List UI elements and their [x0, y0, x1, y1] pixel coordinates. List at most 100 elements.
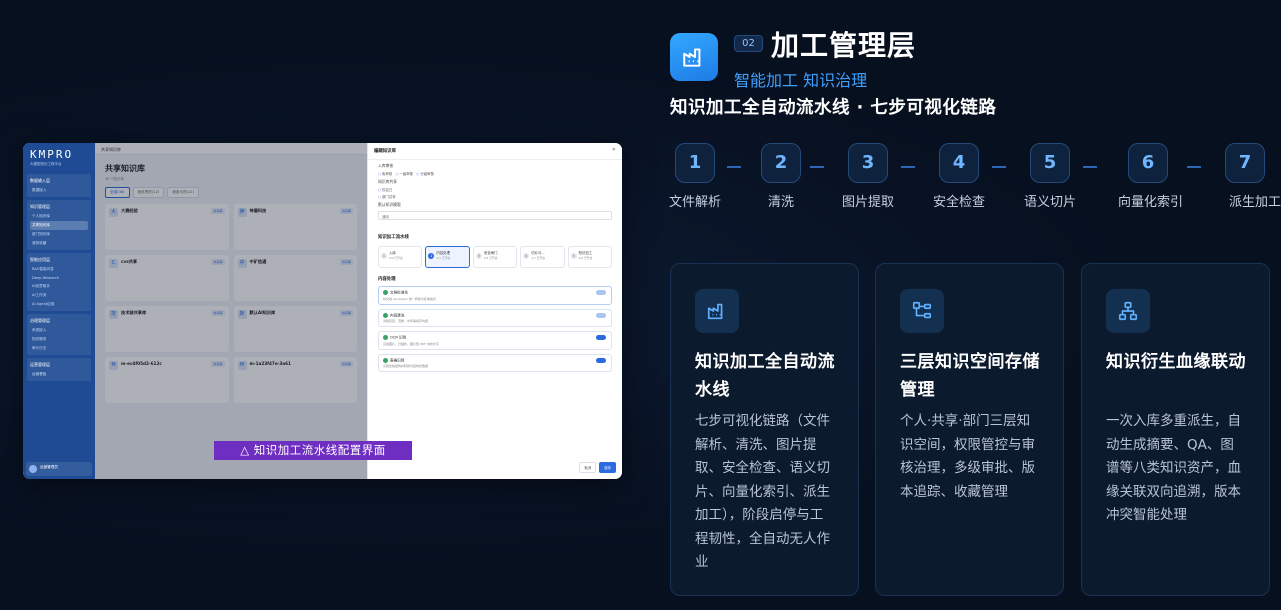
step-number: 4	[939, 143, 979, 183]
drawer-step[interactable]: 知识加工0/8 已开启	[567, 246, 613, 268]
mini-sidebar-item[interactable]: 我的收藏	[30, 239, 88, 248]
pipeline-step: 5 语义切片	[1020, 143, 1080, 210]
mini-sidebar-item[interactable]: 知识服务	[30, 335, 88, 344]
drawer-step-label: 内容处理	[436, 251, 450, 255]
feature-card: 三层知识空间存储管理 个人·共享·部门三层知识空间，权限管控与审核治理，多级审批…	[875, 263, 1064, 596]
mini-section: 数据输入层 数据接入	[27, 174, 91, 197]
radio-option[interactable]: 部门共享	[378, 195, 396, 199]
section-tagline: 知识加工全自动流水线 · 七步可视化链路	[670, 98, 997, 118]
mini-sidebar-item[interactable]: 运营看板	[30, 370, 88, 379]
mini-sidebar-item[interactable]: Deep Research	[30, 274, 88, 282]
step-number: 5	[1030, 143, 1070, 183]
drawer-radio-group: 免审核 一级审核 分级审核	[368, 169, 622, 176]
mini-sidebar-item[interactable]: RAG智能问答	[30, 265, 88, 274]
drawer-step-sub: 0/8 已开启	[578, 256, 593, 260]
drawer-pipeline-steps: 入库0/0 已开启 内容处理4/4 已开启 安全闸门0/4 已开启 切片与...…	[368, 240, 622, 268]
save-button[interactable]: 保存	[599, 462, 616, 473]
drawer-pipeline-title: 知识加工流水线	[378, 235, 409, 240]
mini-section: 运营管理层 运营看板	[27, 358, 91, 381]
check-icon	[383, 290, 388, 295]
factory-icon	[670, 33, 718, 81]
mini-section-head: 运营管理层	[30, 362, 50, 367]
step-connector	[727, 166, 741, 168]
pipeline-step: 2 清洗	[751, 143, 811, 210]
drawer-step-active[interactable]: 内容处理4/4 已开启	[425, 246, 470, 268]
drawer-content-title: 内容处理	[378, 277, 396, 282]
section-number-badge: 02	[734, 35, 763, 52]
step-number: 3	[848, 143, 888, 183]
mini-sidebar-item[interactable]: 审计日志	[30, 344, 88, 353]
drawer-process-row: 表格识别识别表格结构并转换为结构化数据	[378, 353, 612, 372]
toggle-switch[interactable]	[596, 312, 606, 318]
card-title: 三层知识空间存储管理	[900, 352, 1040, 400]
step-label: 向量化索引	[1118, 195, 1184, 210]
process-name: 文档标准化	[390, 290, 408, 295]
mini-sidebar-item[interactable]: 个人知识库	[30, 212, 88, 221]
drawer-step-sub: 4/4 已开启	[436, 256, 451, 260]
mini-sidebar-item[interactable]: AI工作流	[30, 291, 88, 300]
close-icon[interactable]: ✕	[612, 147, 616, 153]
tree-structure-icon	[900, 289, 944, 333]
mini-sidebar-item[interactable]: 部门知识库	[30, 230, 88, 239]
section-subtitle: 智能加工 知识治理	[734, 71, 868, 90]
step-number: 2	[761, 143, 801, 183]
step-connector	[1083, 166, 1097, 168]
drawer-radio-group: 仅自己	[368, 185, 622, 192]
step-number: 7	[1225, 143, 1265, 183]
drawer-step-label: 切片与...	[531, 251, 545, 255]
card-description: 一次入库多重派生，自动生成摘要、QA、图谱等八类知识资产，血缘关联双向追溯，版本…	[1106, 413, 1241, 523]
toggle-switch[interactable]	[596, 357, 606, 363]
card-description: 个人·共享·部门三层知识空间，权限管控与审核治理，多级审批、版本追踪、收藏管理	[900, 413, 1035, 500]
drawer-step-sub: 1/7 已开启	[531, 256, 545, 260]
mini-section-head: 智能应用层	[30, 257, 50, 262]
radio-option[interactable]: 一级审核	[395, 172, 413, 176]
process-name: OCR 识别	[390, 335, 407, 340]
card-title: 知识衍生血缘联动	[1106, 352, 1246, 372]
process-desc: 识别表格结构并转换为结构化数据	[383, 364, 429, 368]
drawer-step-sub: 0/0 已开启	[389, 256, 403, 260]
drawer-title: 编辑知识库	[368, 143, 622, 160]
mini-logo-sub: 大模型知识工程平台	[30, 162, 62, 166]
mini-logo: KMPRO	[30, 148, 74, 161]
mini-user[interactable]: 运营管理员	[26, 462, 92, 476]
drawer-radio-group: 部门共享	[368, 192, 622, 199]
mini-sidebar-item-active[interactable]: 共享知识库	[30, 221, 88, 230]
mini-sidebar: KMPRO 大模型知识工程平台 数据输入层 数据接入 知识管理层 个人知识库 共…	[23, 143, 95, 479]
check-icon	[383, 357, 388, 363]
mini-sidebar-item[interactable]: 系统接入	[30, 326, 88, 335]
process-desc: 识别图片、扫描件、图片型 PDF 中的文字	[383, 341, 439, 346]
step-connector	[1187, 166, 1201, 168]
check-icon	[383, 312, 388, 318]
process-desc: 清除页眉、页脚、水印等噪声内容	[383, 319, 429, 323]
drawer-process-row: 内容清洗清除页眉、页脚、水印等噪声内容	[378, 308, 612, 327]
mini-section-head: 治理管理层	[30, 318, 50, 323]
radio-option[interactable]: 仅自己	[378, 188, 392, 192]
drawer-step-sub: 0/4 已开启	[483, 256, 498, 260]
pipeline-step: 7 派生加工	[1215, 143, 1281, 210]
step-label: 派生加工	[1228, 195, 1281, 210]
toggle-switch[interactable]	[596, 335, 606, 340]
drawer-step-label: 知识加工	[578, 251, 593, 255]
mini-section: 知识管理层 个人知识库 共享知识库 部门知识库 我的收藏	[27, 200, 91, 250]
feature-card: 知识加工全自动流水线 七步可视化链路（文件解析、清洗、图片提取、安全检查、语义切…	[670, 263, 859, 596]
step-label: 语义切片	[1023, 195, 1076, 210]
mini-sidebar-item[interactable]: 数据接入	[30, 186, 88, 195]
drawer-step[interactable]: 切片与...1/7 已开启	[520, 246, 565, 268]
mini-section-head: 数据输入层	[30, 178, 50, 183]
process-desc: 将文档 docx/pptx 统一转换为标准格式	[383, 296, 436, 301]
radio-option[interactable]: 免审核	[378, 172, 392, 176]
step-label: 图片提取	[841, 195, 894, 210]
toggle-switch[interactable]	[596, 290, 606, 295]
template-select[interactable]: 通用	[378, 211, 612, 220]
process-name: 表格识别	[390, 358, 405, 362]
mini-sidebar-item[interactable]: AI创意助手	[30, 282, 88, 291]
cancel-button[interactable]: 取消	[579, 462, 597, 473]
mini-modal-overlay	[95, 143, 367, 479]
screenshot-caption: △ 知识加工流水线配置界面	[214, 441, 412, 460]
process-name: 内容清洗	[390, 313, 405, 317]
drawer-step[interactable]: 入库0/0 已开启	[378, 246, 423, 268]
drawer-step[interactable]: 安全闸门0/4 已开启	[472, 246, 518, 268]
mini-sidebar-item[interactable]: AI Agent应用	[30, 300, 88, 309]
drawer-section-label: 知识库共享	[378, 179, 397, 184]
radio-option[interactable]: 分级审核	[416, 172, 434, 176]
